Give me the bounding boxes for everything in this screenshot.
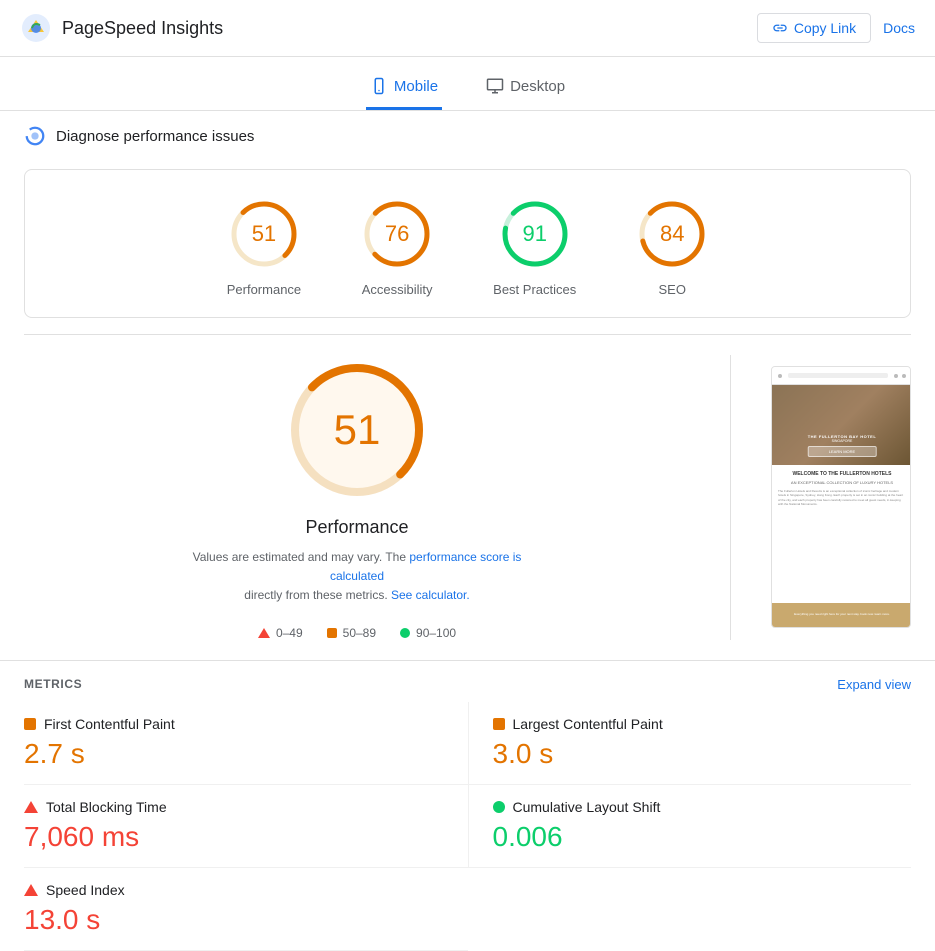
- score-label-accessibility: Accessibility: [362, 282, 433, 297]
- diagnose-banner: Diagnose performance issues: [0, 111, 935, 161]
- legend-item-needs-improvement: 50–89: [327, 626, 376, 640]
- score-number-accessibility: 76: [385, 221, 409, 247]
- mock-dot-3: [902, 374, 906, 378]
- score-section: 51 Performance 76 Accessibility: [24, 169, 911, 318]
- metric-header-si: Speed Index: [24, 882, 444, 898]
- mock-hotel-text: THE FULLERTON BAY HOTEL SINGAPORE LEARN …: [808, 434, 877, 457]
- mock-body-text: The Fullerton Hotels and Resorts is an e…: [778, 489, 906, 506]
- copy-link-button[interactable]: Copy Link: [757, 13, 871, 43]
- expand-view-button[interactable]: Expand view: [837, 677, 911, 692]
- metrics-label: METRICS: [24, 677, 82, 691]
- big-score-number: 51: [334, 406, 381, 454]
- legend-item-poor: 0–49: [258, 626, 303, 640]
- lcp-name: Largest Contentful Paint: [513, 716, 663, 732]
- circle-icon: [400, 628, 410, 638]
- performance-title: Performance: [305, 517, 408, 538]
- copy-link-label: Copy Link: [794, 20, 856, 36]
- score-number-performance: 51: [252, 221, 276, 247]
- tab-desktop[interactable]: Desktop: [482, 67, 569, 110]
- legend-item-good: 90–100: [400, 626, 456, 640]
- tbt-name: Total Blocking Time: [46, 799, 167, 815]
- score-number-best-practices: 91: [522, 221, 546, 247]
- app-title: PageSpeed Insights: [62, 18, 223, 39]
- metrics-header: METRICS Expand view: [0, 661, 935, 702]
- see-calculator-link[interactable]: See calculator.: [391, 588, 470, 602]
- metric-header-lcp: Largest Contentful Paint: [493, 716, 912, 732]
- mobile-icon: [370, 77, 388, 95]
- mock-subtitle: AN EXCEPTIONAL COLLECTION OF LUXURY HOTE…: [778, 480, 906, 485]
- screenshot-preview: THE FULLERTON BAY HOTEL SINGAPORE LEARN …: [771, 366, 911, 628]
- metric-item-cls: Cumulative Layout Shift 0.006: [468, 785, 912, 868]
- metrics-grid: First Contentful Paint 2.7 s Largest Con…: [0, 702, 935, 951]
- metric-header-cls: Cumulative Layout Shift: [493, 799, 912, 815]
- score-row: 51 Performance 76 Accessibility: [45, 198, 890, 297]
- mock-hero-image: THE FULLERTON BAY HOTEL SINGAPORE LEARN …: [772, 385, 911, 465]
- link-icon: [772, 20, 788, 36]
- square-icon: [327, 628, 337, 638]
- score-circle-seo: 84: [636, 198, 708, 270]
- header-right: Copy Link Docs: [757, 13, 915, 43]
- mock-footer-text: Everything you need right here for your …: [792, 611, 892, 619]
- diagnose-icon: [24, 125, 46, 147]
- tab-mobile-label: Mobile: [394, 78, 438, 95]
- legend-row: 0–49 50–89 90–100: [258, 626, 456, 640]
- cls-indicator: [493, 801, 505, 813]
- tbt-value: 7,060 ms: [24, 821, 444, 853]
- fcp-value: 2.7 s: [24, 738, 444, 770]
- lcp-value: 3.0 s: [493, 738, 912, 770]
- fcp-name: First Contentful Paint: [44, 716, 175, 732]
- mock-content-area: WELCOME TO THE FULLERTON HOTELS AN EXCEP…: [772, 465, 911, 603]
- metric-header-tbt: Total Blocking Time: [24, 799, 444, 815]
- mock-dot-1: [778, 374, 782, 378]
- score-item-best-practices[interactable]: 91 Best Practices: [493, 198, 576, 297]
- big-score-circle: 51: [282, 355, 432, 505]
- tbt-indicator: [24, 801, 38, 813]
- si-value: 13.0 s: [24, 904, 444, 936]
- cls-name: Cumulative Layout Shift: [513, 799, 661, 815]
- docs-link[interactable]: Docs: [883, 20, 915, 36]
- mock-browser-header: [772, 367, 911, 385]
- cls-value: 0.006: [493, 821, 912, 853]
- performance-description: Values are estimated and may vary. The p…: [177, 548, 537, 606]
- desktop-icon: [486, 77, 504, 95]
- score-number-seo: 84: [660, 221, 684, 247]
- tab-desktop-label: Desktop: [510, 78, 565, 95]
- score-circle-best-practices: 91: [499, 198, 571, 270]
- performance-left: 51 Performance Values are estimated and …: [24, 355, 731, 640]
- mock-welcome-title: WELCOME TO THE FULLERTON HOTELS: [778, 471, 906, 477]
- header: PageSpeed Insights Copy Link Docs: [0, 0, 935, 57]
- diagnose-text: Diagnose performance issues: [56, 128, 254, 145]
- score-label-best-practices: Best Practices: [493, 282, 576, 297]
- si-indicator: [24, 884, 38, 896]
- lcp-indicator: [493, 718, 505, 730]
- metric-item-lcp: Largest Contentful Paint 3.0 s: [468, 702, 912, 785]
- performance-detail: 51 Performance Values are estimated and …: [0, 335, 935, 661]
- metric-item-fcp: First Contentful Paint 2.7 s: [24, 702, 468, 785]
- score-circle-performance: 51: [228, 198, 300, 270]
- header-left: PageSpeed Insights: [20, 12, 223, 44]
- performance-right: THE FULLERTON BAY HOTEL SINGAPORE LEARN …: [731, 355, 911, 640]
- pagespeed-logo-icon: [20, 12, 52, 44]
- metric-item-tbt: Total Blocking Time 7,060 ms: [24, 785, 468, 868]
- fcp-indicator: [24, 718, 36, 730]
- screenshot-mockup: THE FULLERTON BAY HOTEL SINGAPORE LEARN …: [772, 367, 911, 627]
- triangle-icon: [258, 628, 270, 638]
- score-item-seo[interactable]: 84 SEO: [636, 198, 708, 297]
- mock-dot-2: [894, 374, 898, 378]
- tabs-bar: Mobile Desktop: [0, 57, 935, 111]
- mock-learn-more-btn: LEARN MORE: [808, 446, 877, 457]
- metric-item-si: Speed Index 13.0 s: [24, 868, 468, 951]
- mock-footer: Everything you need right here for your …: [772, 603, 911, 627]
- score-label-seo: SEO: [659, 282, 686, 297]
- score-item-accessibility[interactable]: 76 Accessibility: [361, 198, 433, 297]
- score-item-performance[interactable]: 51 Performance: [227, 198, 301, 297]
- tab-mobile[interactable]: Mobile: [366, 67, 442, 110]
- score-label-performance: Performance: [227, 282, 301, 297]
- si-name: Speed Index: [46, 882, 125, 898]
- metric-header-fcp: First Contentful Paint: [24, 716, 444, 732]
- score-circle-accessibility: 76: [361, 198, 433, 270]
